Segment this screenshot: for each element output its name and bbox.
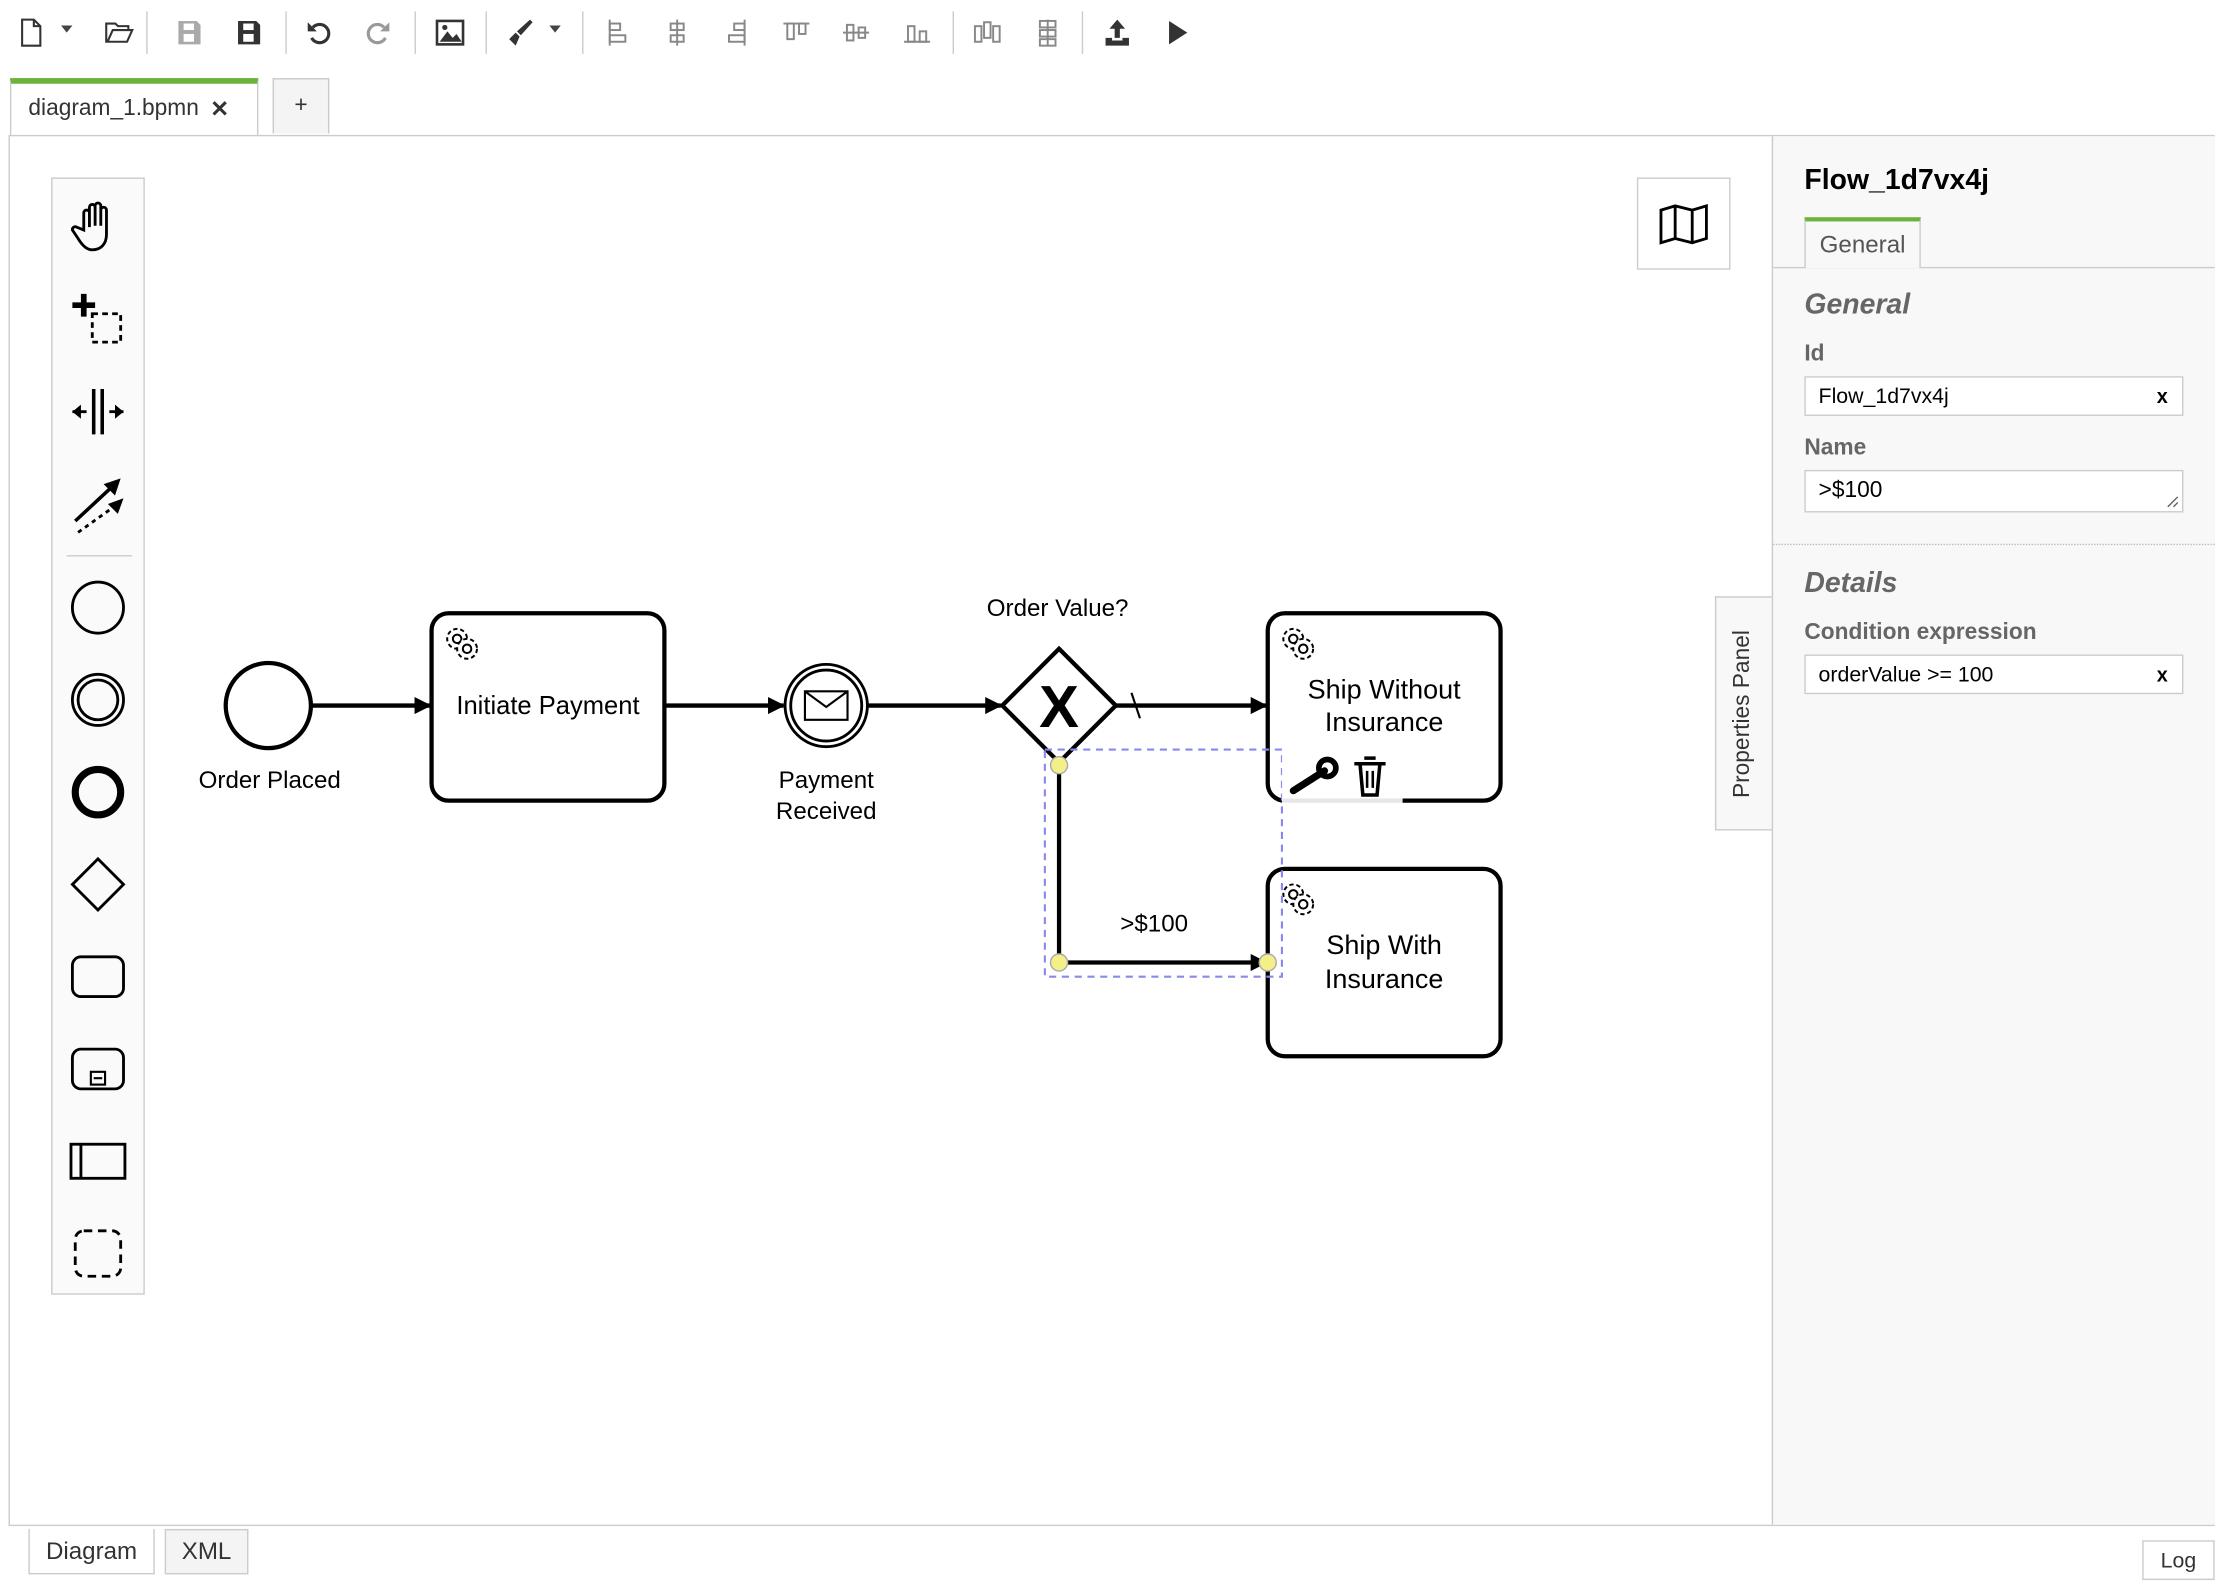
gateway-icon[interactable] — [67, 853, 129, 915]
space-tool-icon[interactable] — [67, 380, 129, 442]
map-icon — [1659, 203, 1708, 244]
group-icon[interactable] — [67, 1222, 129, 1284]
start-event — [223, 660, 314, 751]
task-label: Insurance — [1325, 707, 1443, 737]
clear-id-button[interactable]: x — [2157, 385, 2168, 408]
general-heading: General — [1804, 289, 1911, 321]
gear-icon — [1282, 883, 1315, 916]
tab-diagram-view[interactable]: Diagram — [28, 1528, 155, 1575]
lasso-tool-icon[interactable] — [67, 288, 129, 350]
resize-handle-icon[interactable] — [2165, 494, 2179, 508]
pool-icon[interactable] — [67, 1130, 129, 1192]
palette-divider — [66, 555, 133, 557]
task-icon[interactable] — [67, 945, 129, 1007]
tool-palette — [51, 177, 145, 1295]
id-value: Flow_1d7vx4j — [1818, 384, 1949, 409]
selection-outline — [1043, 748, 1283, 978]
waypoint-handle — [1049, 953, 1069, 972]
task-label: Insurance — [1325, 964, 1443, 994]
gear-icon — [446, 627, 478, 660]
minimap-toggle[interactable] — [1636, 177, 1731, 270]
properties-panel-toggle[interactable]: Properties Panel — [1714, 596, 1772, 831]
details-heading: Details — [1804, 567, 1898, 600]
event-label: Payment — [779, 767, 875, 794]
id-input[interactable]: Flow_1d7vx4j x — [1804, 376, 2184, 416]
intermediate-event-icon[interactable] — [67, 669, 129, 731]
name-textarea[interactable]: >$100 — [1804, 469, 2184, 513]
condition-value: orderValue >= 100 — [1818, 662, 1994, 688]
event-label: Received — [776, 798, 877, 825]
gateway-x-marker: X — [1039, 673, 1079, 740]
start-event-icon[interactable] — [67, 576, 129, 638]
hand-tool-icon[interactable] — [67, 196, 129, 258]
waypoint-handle — [1049, 755, 1069, 775]
tab-xml-view[interactable]: XML — [164, 1528, 249, 1575]
name-label: Name — [1804, 435, 1867, 460]
subprocess-icon[interactable] — [67, 1038, 129, 1100]
context-pad — [1281, 749, 1403, 804]
gateway-label: Order Value? — [987, 595, 1129, 622]
properties-panel: Flow_1d7vx4j General General Id Flow_1d7… — [1771, 136, 2215, 1525]
task-label: Ship With — [1326, 930, 1441, 960]
condition-expression-input[interactable]: orderValue >= 100 x — [1804, 654, 2184, 695]
task-label: Ship Without — [1308, 674, 1461, 704]
log-button[interactable]: Log — [2142, 1540, 2215, 1581]
properties-panel-toggle-label: Properties Panel — [1731, 629, 1756, 798]
gear-icon — [1282, 627, 1315, 660]
clear-condition-button[interactable]: x — [2157, 663, 2168, 686]
id-label: Id — [1804, 342, 1825, 367]
condition-expression-label: Condition expression — [1804, 620, 2037, 645]
intermediate-catch-event — [783, 662, 869, 749]
task-label: Initiate Payment — [456, 692, 639, 720]
name-value: >$100 — [1818, 478, 1883, 503]
waypoint-handle — [1258, 953, 1277, 972]
section-divider — [1773, 543, 2215, 546]
end-event-icon[interactable] — [67, 761, 129, 823]
start-event-label: Order Placed — [199, 767, 341, 794]
flow-label[interactable]: >$100 — [1120, 910, 1188, 937]
envelope-icon — [803, 690, 849, 721]
tab-general[interactable]: General — [1804, 217, 1921, 269]
connect-tool-icon[interactable] — [67, 473, 129, 535]
properties-title: Flow_1d7vx4j — [1804, 164, 1990, 196]
